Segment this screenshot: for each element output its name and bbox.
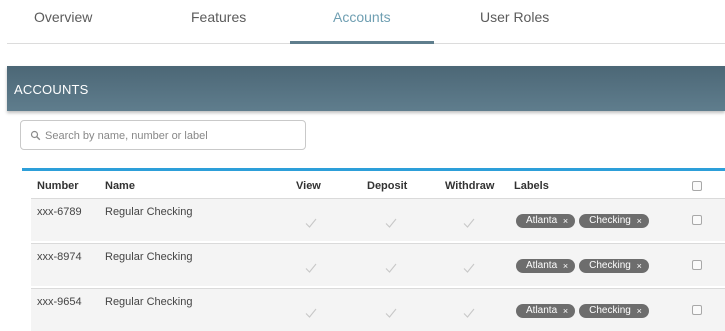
account-name: Regular Checking <box>105 296 193 308</box>
account-name: Regular Checking <box>105 206 193 218</box>
section-header: ACCOUNTS <box>7 66 725 111</box>
table-row[interactable]: xxx-6789 Regular Checking Atlanta × Checki… <box>31 198 725 241</box>
select-all-checkbox[interactable] <box>692 181 702 191</box>
label-tag-text: Checking <box>589 305 631 316</box>
accounts-table: Number Name View Deposit Withdraw Labels… <box>22 168 725 331</box>
remove-label-close-icon[interactable]: × <box>637 214 642 228</box>
label-tag: Checking × <box>579 304 649 318</box>
label-tag: Checking × <box>579 214 649 228</box>
active-tab-indicator <box>290 41 434 44</box>
deposit-permission-checkmark-icon[interactable] <box>385 263 397 273</box>
label-tag-text: Atlanta <box>526 215 558 226</box>
labels-cell: Atlanta × Checking × <box>516 255 653 273</box>
label-tag: Atlanta × <box>516 214 576 228</box>
view-permission-checkmark-icon[interactable] <box>305 218 317 228</box>
table-accent-bar <box>22 168 725 171</box>
table-row[interactable]: xxx-9654 Regular Checking Atlanta × Checki… <box>31 288 725 331</box>
withdraw-permission-checkmark-icon[interactable] <box>463 263 475 273</box>
withdraw-permission-checkmark-icon[interactable] <box>463 218 475 228</box>
tab-bar: Overview Features Accounts User Roles <box>0 0 725 44</box>
label-tag-text: Atlanta <box>526 260 558 271</box>
search-icon <box>30 130 41 141</box>
row-select-checkbox[interactable] <box>692 305 702 315</box>
view-permission-checkmark-icon[interactable] <box>305 263 317 273</box>
label-tag: Checking × <box>579 259 649 273</box>
account-name: Regular Checking <box>105 251 193 263</box>
remove-label-close-icon[interactable]: × <box>563 304 568 318</box>
remove-label-close-icon[interactable]: × <box>563 214 568 228</box>
labels-cell: Atlanta × Checking × <box>516 210 653 228</box>
account-number: xxx-9654 <box>37 296 82 308</box>
label-tag-text: Checking <box>589 215 631 226</box>
deposit-permission-checkmark-icon[interactable] <box>385 308 397 318</box>
remove-label-close-icon[interactable]: × <box>637 304 642 318</box>
row-select-checkbox[interactable] <box>692 215 702 225</box>
column-header-view[interactable]: View <box>296 180 321 192</box>
label-tag: Atlanta × <box>516 259 576 273</box>
labels-cell: Atlanta × Checking × <box>516 300 653 318</box>
tab-accounts[interactable]: Accounts <box>333 9 391 25</box>
tab-overview[interactable]: Overview <box>34 9 92 25</box>
tab-features[interactable]: Features <box>191 9 246 25</box>
search-box[interactable] <box>20 120 306 150</box>
label-tag-text: Atlanta <box>526 305 558 316</box>
remove-label-close-icon[interactable]: × <box>563 259 568 273</box>
label-tag-text: Checking <box>589 260 631 271</box>
tab-user-roles[interactable]: User Roles <box>480 9 549 25</box>
view-permission-checkmark-icon[interactable] <box>305 308 317 318</box>
column-header-deposit[interactable]: Deposit <box>367 180 407 192</box>
account-number: xxx-8974 <box>37 251 82 263</box>
column-header-name[interactable]: Name <box>105 180 135 192</box>
label-tag: Atlanta × <box>516 304 576 318</box>
section-title: ACCOUNTS <box>14 82 89 97</box>
column-header-withdraw[interactable]: Withdraw <box>445 180 494 192</box>
withdraw-permission-checkmark-icon[interactable] <box>463 308 475 318</box>
table-row[interactable]: xxx-8974 Regular Checking Atlanta × Checki… <box>31 243 725 286</box>
remove-label-close-icon[interactable]: × <box>637 259 642 273</box>
column-header-labels[interactable]: Labels <box>514 180 549 192</box>
search-input[interactable] <box>43 125 302 147</box>
column-header-number[interactable]: Number <box>37 180 79 192</box>
row-select-checkbox[interactable] <box>692 260 702 270</box>
deposit-permission-checkmark-icon[interactable] <box>385 218 397 228</box>
account-number: xxx-6789 <box>37 206 82 218</box>
